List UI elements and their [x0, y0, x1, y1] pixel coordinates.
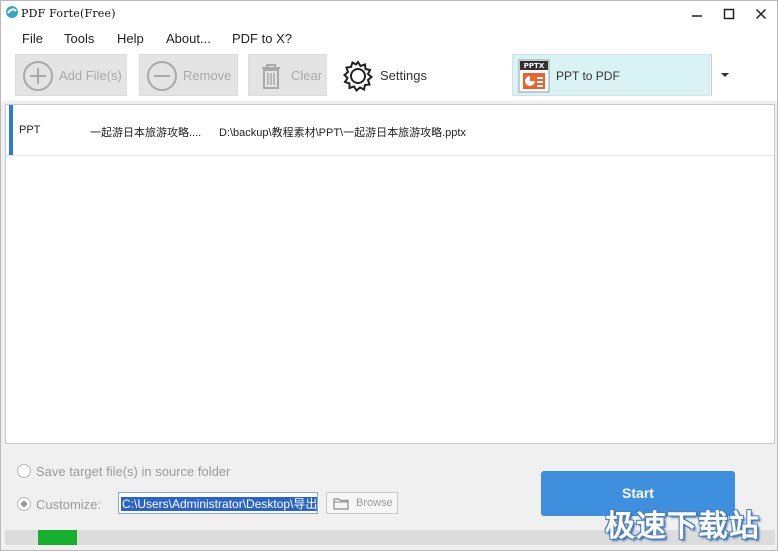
menu-tools[interactable]: Tools: [64, 31, 94, 46]
watermark: 极速下载站: [605, 501, 765, 544]
maximize-button[interactable]: [713, 1, 745, 27]
close-button[interactable]: [745, 1, 777, 27]
start-label: Start: [622, 485, 654, 501]
progress-fill: [38, 530, 77, 545]
folder-icon: [333, 498, 349, 510]
app-logo-icon: [6, 6, 18, 18]
row-selection-bar: [9, 105, 13, 155]
close-icon: [755, 8, 767, 20]
file-type: PPT: [19, 124, 41, 136]
pptx-file-icon: PPTX: [518, 59, 550, 93]
menu-file[interactable]: File: [22, 31, 43, 46]
customize-label: Customize:: [36, 496, 102, 512]
conversion-type-select[interactable]: PPTX PPT to PDF: [512, 54, 710, 96]
add-files-label: Add File(s): [59, 68, 122, 83]
menu-pdf-to-x[interactable]: PDF to X?: [232, 31, 292, 46]
customize-option[interactable]: Customize:: [17, 495, 101, 513]
save-in-source-label: Save target file(s) in source folder: [36, 463, 231, 479]
app-window: PDF Forte(Free) File Tools Help About...…: [0, 0, 778, 551]
menu-bar: File Tools Help About... PDF to X?: [1, 27, 777, 51]
file-name: 一起游日本旅游攻略....: [90, 127, 202, 139]
maximize-icon: [723, 8, 735, 20]
plus-circle-icon: [23, 61, 53, 91]
menu-about[interactable]: About...: [166, 31, 211, 46]
settings-label: Settings: [380, 68, 427, 83]
gear-icon: [343, 60, 374, 93]
remove-label: Remove: [183, 68, 232, 83]
watermark-text: 极速下载站: [605, 509, 760, 544]
minimize-icon: [692, 15, 702, 17]
output-path-value: C:\Users\Administrator\Desktop\导出: [121, 497, 318, 511]
browse-label: Browse: [356, 497, 393, 509]
caret-down-icon: [720, 73, 729, 77]
table-row[interactable]: PPT 一起游日本旅游攻略.... D:\backup\教程素材\PPT\一起游…: [6, 105, 774, 156]
save-in-source-radio[interactable]: [17, 464, 31, 478]
remove-button[interactable]: Remove: [139, 54, 238, 96]
minus-circle-icon: [147, 61, 177, 91]
clear-button[interactable]: Clear: [248, 54, 327, 96]
conversion-type-label: PPT to PDF: [556, 69, 620, 83]
settings-button[interactable]: Settings: [339, 54, 439, 96]
clear-label: Clear: [291, 68, 323, 83]
toolbar: Add File(s) Remove Clear Settings PPTX P…: [1, 51, 777, 101]
window-title: PDF Forte(Free): [21, 7, 116, 20]
add-files-button[interactable]: Add File(s): [15, 54, 127, 96]
conversion-dropdown-button[interactable]: [711, 54, 737, 96]
file-path: D:\backup\教程素材\PPT\一起游日本旅游攻略.pptx: [219, 127, 466, 139]
file-list[interactable]: PPT 一起游日本旅游攻略.... D:\backup\教程素材\PPT\一起游…: [5, 104, 775, 444]
pptx-badge-text: PPTX: [524, 62, 545, 70]
title-bar: PDF Forte(Free): [1, 1, 777, 27]
browse-button[interactable]: Browse: [326, 492, 398, 514]
output-path-input[interactable]: C:\Users\Administrator\Desktop\导出: [118, 492, 318, 514]
menu-help[interactable]: Help: [117, 31, 144, 46]
trash-icon: [262, 64, 280, 89]
customize-radio[interactable]: [17, 497, 31, 511]
minimize-button[interactable]: [681, 1, 713, 27]
save-in-source-option[interactable]: Save target file(s) in source folder: [17, 462, 230, 480]
